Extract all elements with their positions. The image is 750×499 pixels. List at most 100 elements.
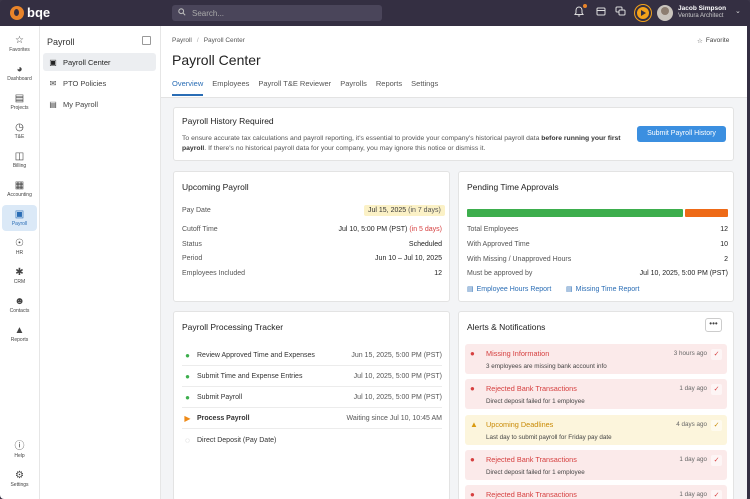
- chevron-down-icon[interactable]: ⌄: [735, 7, 741, 15]
- rail-label: Projects: [10, 105, 29, 111]
- crm-icon: ✱: [15, 267, 24, 278]
- dismiss-check-icon[interactable]: ✓: [711, 490, 722, 499]
- pending-row: Must be approved by Jul 10, 2025, 5:00 PM…: [467, 270, 728, 277]
- sub-navigation: Payroll ▣ Payroll Center ✉ PTO Policies …: [40, 26, 161, 499]
- bell-icon[interactable]: [572, 6, 585, 19]
- top-bar: bqe Search... Jacob Simpson Ventura Arch…: [0, 0, 750, 26]
- rail-label: Favorites: [9, 47, 30, 53]
- dismiss-check-icon[interactable]: ✓: [711, 420, 722, 431]
- tracker-step: ◌ Direct Deposit (Pay Date): [182, 430, 442, 450]
- error-icon: ●: [470, 349, 475, 358]
- cutoff-row: Cutoff Time Jul 10, 5:00 PM (PST) (in 5 …: [182, 226, 442, 233]
- star-icon: ☆: [15, 35, 24, 46]
- tab-employees[interactable]: Employees: [212, 78, 249, 98]
- rail-label: CRM: [13, 279, 26, 285]
- collapse-sidebar-icon[interactable]: [142, 36, 151, 45]
- calendar-icon[interactable]: [594, 6, 607, 19]
- card-title: Pending Time Approvals: [467, 182, 559, 192]
- avatar[interactable]: [657, 5, 673, 21]
- status-value: Scheduled: [408, 241, 442, 248]
- search-icon: [178, 8, 186, 18]
- row-label: Pay Date: [182, 207, 211, 214]
- employee-hours-report-link[interactable]: ▤ Employee Hours Report: [467, 285, 551, 294]
- alert-item[interactable]: ▲ Upcoming Deadlines Last day to submit p…: [465, 415, 727, 445]
- error-icon: ●: [470, 490, 475, 499]
- rail-item-reports[interactable]: ▲ Reports: [2, 321, 37, 347]
- left-rail: ☆ Favorites ◕ Dashboard ▤ Projects ◷ T&E…: [0, 26, 40, 499]
- play-icon[interactable]: [635, 5, 651, 21]
- star-icon: ☆: [697, 38, 703, 45]
- tracker-step: ▶ Process Payroll Waiting since Jul 10, 1…: [182, 409, 442, 429]
- rail-item-settings[interactable]: ⚙ Settings: [2, 466, 37, 492]
- submit-payroll-history-button[interactable]: Submit Payroll History: [637, 126, 726, 142]
- alert-item[interactable]: ● Rejected Bank Transactions Direct depos…: [465, 379, 727, 409]
- rail-item-help[interactable]: ⓘ Help: [2, 437, 37, 463]
- subnav-item-my-payroll[interactable]: ▤ My Payroll: [43, 95, 156, 113]
- tab-overview[interactable]: Overview: [172, 78, 204, 98]
- card-title: Alerts & Notifications: [467, 322, 546, 332]
- billing-icon: ◫: [14, 151, 25, 162]
- payroll-history-card: Payroll History Required To ensure accur…: [173, 107, 734, 161]
- alerts-notifications-card: Alerts & Notifications ••• ● Missing Inf…: [458, 311, 734, 499]
- rail-item-hr[interactable]: ☉ HR: [2, 234, 37, 260]
- subnav-item-pto-policies[interactable]: ✉ PTO Policies: [43, 74, 156, 92]
- pending-row: Total Employees 12: [467, 226, 728, 233]
- more-options-button[interactable]: •••: [705, 318, 722, 332]
- chat-icon[interactable]: [614, 6, 627, 19]
- user-name[interactable]: Jacob Simpson: [678, 5, 726, 12]
- breadcrumb: Payroll / Payroll Center: [172, 37, 245, 44]
- dismiss-check-icon[interactable]: ✓: [711, 349, 722, 360]
- logo-icon: [10, 5, 24, 20]
- dismiss-check-icon[interactable]: ✓: [711, 384, 722, 395]
- alert-item[interactable]: ● Missing Information 3 employees are mis…: [465, 344, 727, 374]
- history-notice-text: To ensure accurate tax calculations and …: [182, 135, 621, 152]
- rail-item-contacts[interactable]: ☻ Contacts: [2, 292, 37, 318]
- tab-bar: Overview Employees Payroll T&E Reviewer …: [172, 78, 438, 98]
- rail-label: Payroll: [11, 221, 28, 227]
- pending-row: With Approved Time 10: [467, 241, 728, 248]
- subnav-item-payroll-center[interactable]: ▣ Payroll Center: [43, 53, 156, 71]
- rail-label: Help: [14, 453, 25, 459]
- rail-label: Reports: [10, 337, 29, 343]
- upcoming-payroll-card: Upcoming Payroll Pay Date Jul 15, 2025 (…: [173, 171, 450, 302]
- breadcrumb-item[interactable]: Payroll: [172, 37, 192, 44]
- row-label: Employees Included: [182, 270, 246, 277]
- tracker-step: ● Review Approved Time and Expenses Jun 1…: [182, 346, 442, 366]
- page-header: Payroll / Payroll Center Payroll Center …: [161, 26, 747, 98]
- tab-payroll-te-reviewer[interactable]: Payroll T&E Reviewer: [258, 78, 331, 98]
- dashboard-icon: ◕: [16, 64, 23, 75]
- period-value: Jun 10 – Jul 10, 2025: [375, 255, 442, 262]
- check-circle-icon: ●: [185, 351, 190, 360]
- tab-settings[interactable]: Settings: [411, 78, 438, 98]
- employees-value: 12: [434, 270, 442, 277]
- row-label: Status: [182, 241, 202, 248]
- rail-item-projects[interactable]: ▤ Projects: [2, 89, 37, 115]
- rail-item-billing[interactable]: ◫ Billing: [2, 147, 37, 173]
- logo[interactable]: bqe: [10, 5, 50, 20]
- in-progress-icon: ▶: [184, 414, 191, 423]
- rail-label: HR: [15, 250, 24, 256]
- alert-item[interactable]: ● Rejected Bank Transactions 1 day ago ✓: [465, 485, 727, 499]
- rail-item-te[interactable]: ◷ T&E: [2, 118, 37, 144]
- alert-item[interactable]: ● Rejected Bank Transactions Direct depos…: [465, 450, 727, 480]
- tab-reports[interactable]: Reports: [376, 78, 402, 98]
- rail-item-accounting[interactable]: ▦ Accounting: [2, 176, 37, 202]
- rail-item-dashboard[interactable]: ◕ Dashboard: [2, 60, 37, 86]
- help-icon: ⓘ: [14, 441, 25, 452]
- rail-item-payroll[interactable]: ▣ Payroll: [2, 205, 37, 231]
- tracker-step: ● Submit Time and Expense Entries Jul 10,…: [182, 367, 442, 387]
- notification-badge: [583, 4, 587, 8]
- employees-row: Employees Included 12: [182, 270, 442, 277]
- rail-item-favorites[interactable]: ☆ Favorites: [2, 31, 37, 57]
- status-row: Status Scheduled: [182, 241, 442, 248]
- tab-payrolls[interactable]: Payrolls: [340, 78, 367, 98]
- rail-item-crm[interactable]: ✱ CRM: [2, 263, 37, 289]
- pending-row: With Missing / Unapproved Hours 2: [467, 256, 728, 263]
- subnav-label: PTO Policies: [63, 78, 107, 88]
- favorite-button[interactable]: ☆ Favorite: [697, 37, 729, 45]
- search-input[interactable]: Search...: [172, 5, 382, 21]
- subnav-title: Payroll: [47, 37, 75, 47]
- main-content: Payroll / Payroll Center Payroll Center …: [161, 26, 747, 499]
- missing-time-report-link[interactable]: ▤ Missing Time Report: [566, 285, 639, 294]
- dismiss-check-icon[interactable]: ✓: [711, 455, 722, 466]
